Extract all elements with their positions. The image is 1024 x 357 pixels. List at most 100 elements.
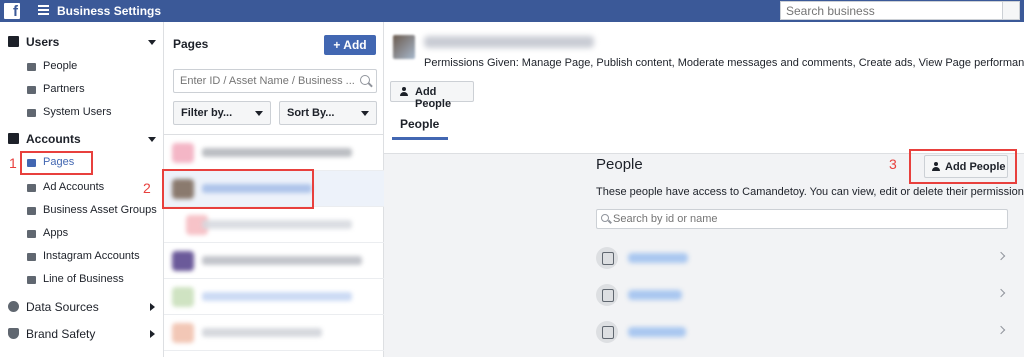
- chevron-down-icon: [361, 111, 369, 116]
- page-name-redacted: [202, 220, 352, 229]
- pages-panel-title: Pages: [173, 37, 209, 51]
- annotation-step-1: 1: [9, 155, 17, 171]
- asset-filter-input[interactable]: [174, 70, 354, 92]
- line-of-business-icon: [27, 276, 36, 284]
- instagram-icon: [27, 253, 36, 261]
- sidebar-item-label: People: [43, 60, 78, 72]
- annotation-step-3: 3: [889, 156, 897, 172]
- page-avatar: [172, 287, 194, 307]
- tab-people[interactable]: People: [392, 112, 448, 140]
- people-section-title: People: [596, 156, 643, 173]
- chevron-right-icon: [150, 303, 155, 311]
- annotation-box-add-people: [909, 149, 1017, 184]
- chevron-down-icon: [148, 137, 156, 142]
- accounts-icon: [8, 133, 19, 144]
- annotation-box-page-item: [162, 169, 314, 209]
- person-list-item[interactable]: [596, 278, 1008, 314]
- people-search-box: [596, 209, 1008, 229]
- chevron-right-icon: [150, 330, 155, 338]
- page-list-item[interactable]: [164, 243, 384, 279]
- apps-cube-icon: [27, 230, 36, 238]
- sidebar-section-label: Users: [26, 35, 60, 49]
- annotation-step-2: 2: [143, 180, 151, 196]
- page-name-redacted: [202, 148, 352, 157]
- person-list-item[interactable]: [596, 241, 1008, 277]
- sort-by-label: Sort By...: [287, 107, 335, 119]
- page-detail-header: Permissions Given: Manage Page, Publish …: [384, 22, 1024, 154]
- person-avatar-icon: [596, 284, 618, 306]
- filter-by-label: Filter by...: [181, 107, 233, 119]
- menu-icon[interactable]: [38, 5, 49, 17]
- annotation-box-pages: [20, 151, 93, 175]
- add-people-header-label: Add People: [415, 86, 452, 110]
- people-search-input[interactable]: [597, 210, 977, 228]
- data-sources-icon: [8, 301, 19, 312]
- system-user-icon: [27, 109, 36, 117]
- sidebar-item-instagram-accounts[interactable]: Instagram Accounts: [0, 246, 164, 268]
- sidebar-item-people[interactable]: People: [0, 56, 164, 78]
- filter-by-dropdown[interactable]: Filter by...: [173, 101, 271, 125]
- sidebar-item-partners[interactable]: Partners: [0, 79, 164, 101]
- page-avatar: [172, 323, 194, 343]
- search-icon: [360, 75, 370, 85]
- sidebar-item-label: Apps: [43, 227, 69, 239]
- add-people-header-button[interactable]: Add People: [390, 81, 474, 110]
- person-list-item[interactable]: [596, 315, 1008, 351]
- page-avatar: [172, 251, 194, 271]
- sidebar-item-ad-accounts[interactable]: Ad Accounts: [0, 177, 164, 199]
- search-icon: [601, 214, 609, 222]
- asset-filter-box: [173, 69, 377, 93]
- sidebar-item-line-of-business[interactable]: Line of Business: [0, 269, 164, 291]
- sidebar-item-label: Instagram Accounts: [43, 250, 140, 262]
- chevron-right-icon: [996, 288, 1006, 298]
- page-list-item[interactable]: [164, 279, 384, 315]
- page-list-item[interactable]: [164, 135, 384, 171]
- page-avatar: [172, 143, 194, 163]
- person-name-redacted: [628, 290, 682, 300]
- search-icon[interactable]: [1002, 2, 1019, 19]
- person-avatar-icon: [596, 247, 618, 269]
- page-list-item[interactable]: [164, 207, 384, 243]
- page-name-redacted: [202, 328, 322, 337]
- page-avatar: [393, 35, 415, 59]
- person-name-redacted: [628, 327, 686, 337]
- sort-by-dropdown[interactable]: Sort By...: [279, 101, 377, 125]
- ad-account-icon: [27, 184, 36, 192]
- sidebar-item-system-users[interactable]: System Users: [0, 102, 164, 124]
- person-card-icon: [27, 63, 36, 71]
- person-name-redacted: [628, 253, 688, 263]
- sidebar-item-label: System Users: [43, 106, 112, 118]
- sidebar-section-brand-safety[interactable]: Brand Safety: [0, 322, 164, 346]
- sidebar-section-label: Accounts: [26, 132, 81, 146]
- asset-group-icon: [27, 207, 36, 215]
- sidebar-item-business-asset-groups[interactable]: Business Asset Groups: [0, 200, 164, 222]
- search-business-box: [780, 1, 1020, 20]
- chevron-right-icon: [996, 325, 1006, 335]
- sidebar-item-label: Partners: [43, 83, 85, 95]
- sidebar-section-data-sources[interactable]: Data Sources: [0, 295, 164, 319]
- add-person-icon: [400, 87, 409, 96]
- briefcase-icon: [27, 86, 36, 94]
- sidebar-section-label: Brand Safety: [26, 327, 96, 341]
- add-page-button[interactable]: + Add: [324, 35, 376, 55]
- sidebar: Users People Partners System Users Accou…: [0, 22, 164, 357]
- top-bar: f Business Settings: [0, 0, 1024, 22]
- sidebar-section-label: Data Sources: [26, 300, 99, 314]
- chevron-down-icon: [148, 40, 156, 45]
- page-detail-panel: Permissions Given: Manage Page, Publish …: [384, 22, 1024, 357]
- facebook-logo-icon[interactable]: f: [4, 3, 20, 19]
- sidebar-item-label: Business Asset Groups: [43, 204, 157, 216]
- search-business-input[interactable]: [781, 2, 1001, 19]
- chevron-right-icon: [996, 251, 1006, 261]
- sidebar-item-label: Ad Accounts: [43, 181, 105, 193]
- page-list-item[interactable]: [164, 315, 384, 351]
- app-title: Business Settings: [57, 4, 162, 18]
- sidebar-section-accounts[interactable]: Accounts: [0, 127, 164, 151]
- chevron-down-icon: [255, 111, 263, 116]
- permissions-given-text: Permissions Given: Manage Page, Publish …: [424, 57, 1024, 69]
- sidebar-section-users[interactable]: Users: [0, 30, 164, 54]
- people-description: These people have access to Camandetoy. …: [596, 186, 1024, 198]
- sidebar-item-apps[interactable]: Apps: [0, 223, 164, 245]
- sidebar-item-label: Line of Business: [43, 273, 124, 285]
- page-name-redacted: [202, 256, 362, 265]
